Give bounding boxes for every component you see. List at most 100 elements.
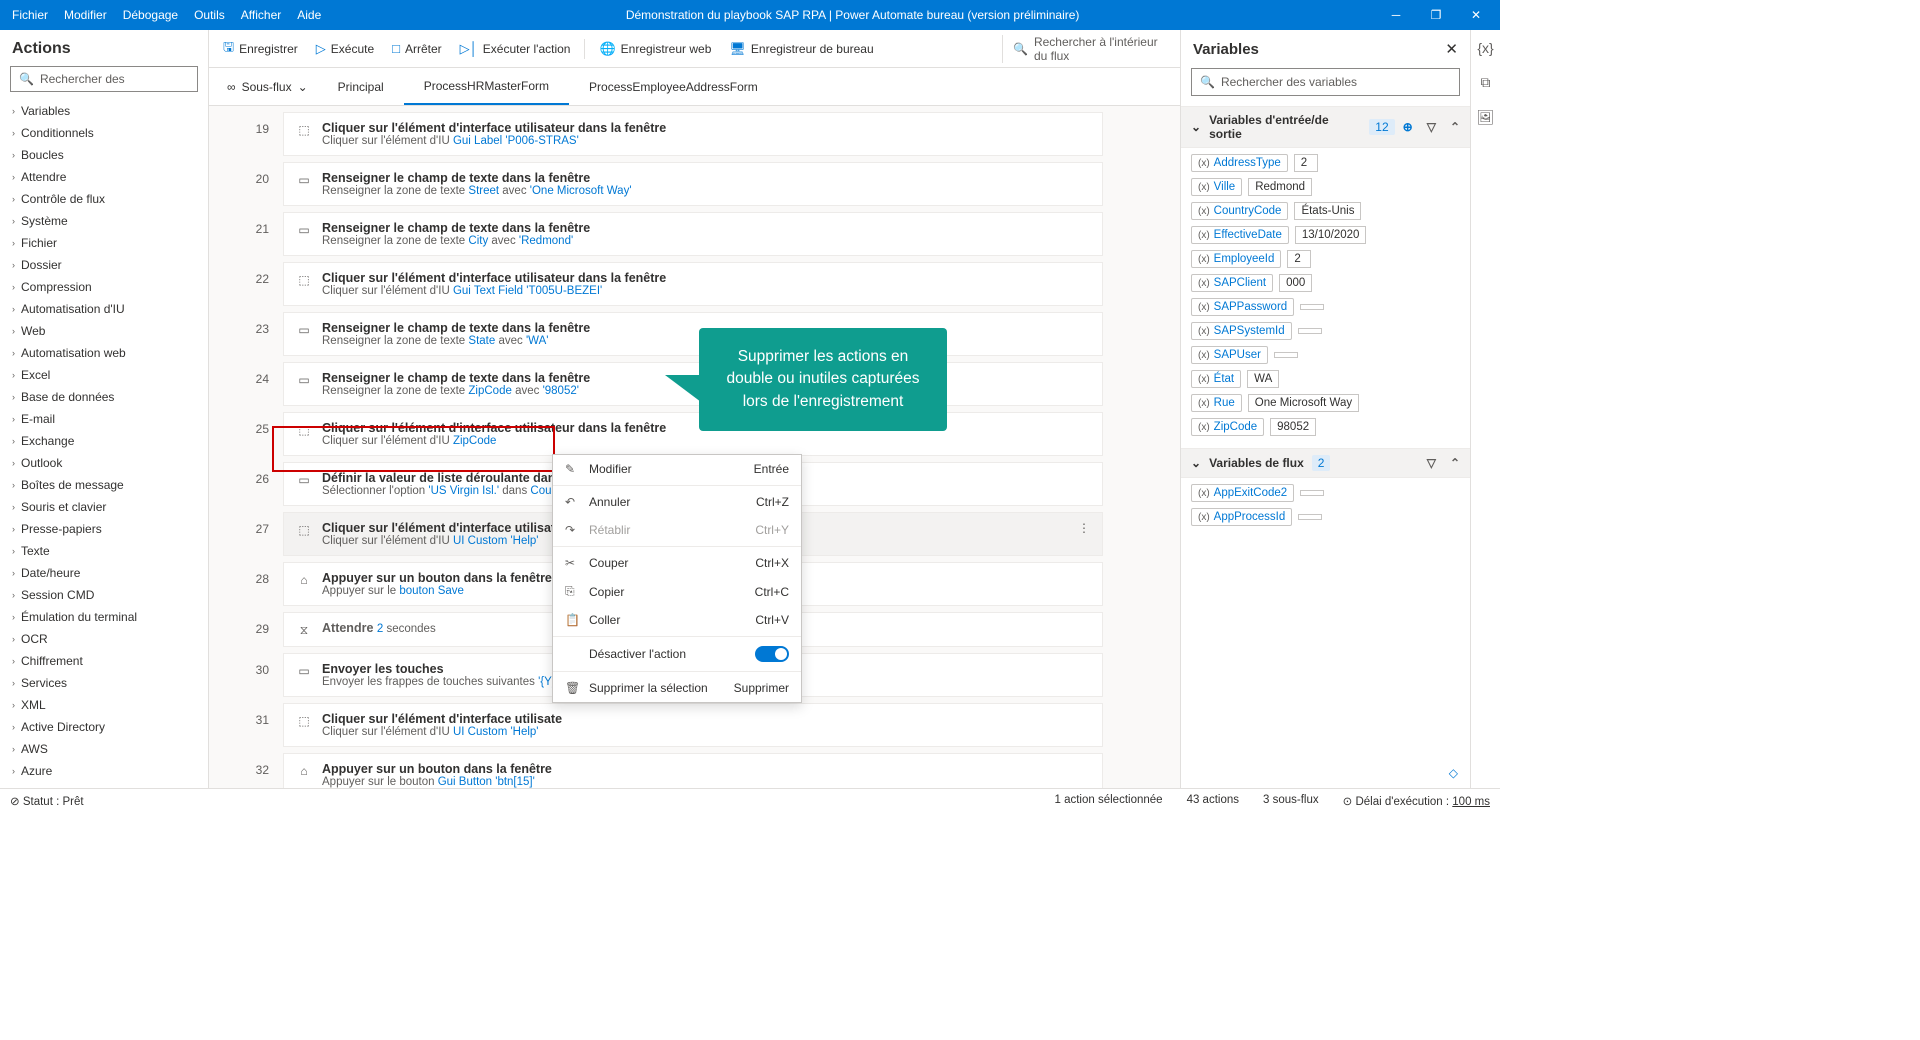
variable-item[interactable]: (x)ZipCode98052 <box>1191 418 1460 436</box>
subflow-dropdown[interactable]: ∞ Sous-flux ⌄ <box>217 80 318 94</box>
tab-processhrmasterform[interactable]: ProcessHRMasterForm <box>404 68 569 105</box>
ctx-undo[interactable]: ↶AnnulerCtrl+Z <box>553 488 801 516</box>
action-group[interactable]: ›Boucles <box>4 144 204 166</box>
menu-fichier[interactable]: Fichier <box>4 2 56 28</box>
step-card[interactable]: ⬚Cliquer sur l'élément d'interface utili… <box>283 412 1103 456</box>
close-panel-button[interactable]: ✕ <box>1445 40 1458 58</box>
ctx-disable[interactable]: Désactiver l'action <box>553 639 801 669</box>
variable-item[interactable]: (x)SAPUser <box>1191 346 1460 364</box>
action-group[interactable]: ›Azure <box>4 760 204 782</box>
action-group[interactable]: ›Conditionnels <box>4 122 204 144</box>
run-action-button[interactable]: ▷│Exécuter l'action <box>454 37 577 61</box>
action-group[interactable]: ›Excel <box>4 364 204 386</box>
filter-icon[interactable]: ▽ <box>1427 120 1436 134</box>
actions-search[interactable]: 🔍 Rechercher des <box>10 66 198 92</box>
tab-processemployeeaddressform[interactable]: ProcessEmployeeAddressForm <box>569 68 778 105</box>
undo-icon: ↶ <box>565 495 579 509</box>
variable-item[interactable]: (x)RueOne Microsoft Way <box>1191 394 1460 412</box>
action-group[interactable]: ›Attendre <box>4 166 204 188</box>
variables-rail-icon[interactable]: {x} <box>1477 40 1493 56</box>
web-recorder-button[interactable]: 🌐Enregistreur web <box>593 37 717 61</box>
add-variable-button[interactable]: ⊕ <box>1403 120 1413 134</box>
action-group[interactable]: ›Chiffrement <box>4 650 204 672</box>
action-group[interactable]: ›Exchange <box>4 430 204 452</box>
variable-item[interactable]: (x)SAPClient000 <box>1191 274 1460 292</box>
variable-item[interactable]: (x)ÉtatWA <box>1191 370 1460 388</box>
variable-item[interactable]: (x)CountryCodeÉtats-Unis <box>1191 202 1460 220</box>
variable-item[interactable]: (x)AppExitCode2 <box>1191 484 1460 502</box>
action-group[interactable]: ›Services <box>4 672 204 694</box>
variable-item[interactable]: (x)VilleRedmond <box>1191 178 1460 196</box>
action-group[interactable]: ›Outlook <box>4 452 204 474</box>
step-card[interactable]: ⌂Appuyer sur un bouton dans la fenêtreAp… <box>283 753 1103 788</box>
ctx-delete[interactable]: 🗑Supprimer la sélectionSupprimer <box>553 674 801 702</box>
step-card[interactable]: ⬚Cliquer sur l'élément d'interface utili… <box>283 112 1103 156</box>
ui-elements-rail-icon[interactable]: ⧉ <box>1481 74 1491 91</box>
variable-item[interactable]: (x)SAPPassword <box>1191 298 1460 316</box>
action-group[interactable]: ›Variables <box>4 100 204 122</box>
ctx-cut[interactable]: ✂CouperCtrl+X <box>553 549 801 577</box>
step-row: 23▭Renseigner le champ de texte dans la … <box>229 312 1160 356</box>
minimize-button[interactable]: ─ <box>1376 8 1416 22</box>
variable-item[interactable]: (x)AppProcessId <box>1191 508 1460 526</box>
action-group[interactable]: ›Presse-papiers <box>4 518 204 540</box>
action-group[interactable]: ›Contrôle de flux <box>4 188 204 210</box>
stop-button[interactable]: □Arrêter <box>386 37 448 60</box>
toggle-switch[interactable] <box>755 646 789 662</box>
variable-item[interactable]: (x)AddressType2 <box>1191 154 1460 172</box>
variable-mapper-button[interactable]: ◇ <box>1181 758 1470 788</box>
ctx-edit[interactable]: ✎ModifierEntrée <box>553 455 801 483</box>
images-rail-icon[interactable]: 🖼 <box>1477 109 1495 126</box>
run-button[interactable]: ▷Exécute <box>310 37 380 61</box>
tab-principal[interactable]: Principal <box>318 68 404 105</box>
action-group[interactable]: ›Web <box>4 320 204 342</box>
collapse-icon[interactable]: ⌃ <box>1450 120 1460 134</box>
action-group[interactable]: ›Automatisation web <box>4 342 204 364</box>
maximize-button[interactable]: ❐ <box>1416 8 1456 22</box>
action-group[interactable]: ›Boîtes de message <box>4 474 204 496</box>
action-group[interactable]: ›Émulation du terminal <box>4 606 204 628</box>
action-group[interactable]: ›OCR <box>4 628 204 650</box>
step-card[interactable]: ⬚Cliquer sur l'élément d'interface utili… <box>283 262 1103 306</box>
action-group[interactable]: ›Session CMD <box>4 584 204 606</box>
action-group[interactable]: ›Texte <box>4 540 204 562</box>
action-group[interactable]: ›Compression <box>4 276 204 298</box>
variable-item[interactable]: (x)EffectiveDate13/10/2020 <box>1191 226 1460 244</box>
step-more-button[interactable]: ⋮ <box>1078 521 1090 535</box>
variable-item[interactable]: (x)EmployeeId2 <box>1191 250 1460 268</box>
action-group[interactable]: ›Fichier <box>4 232 204 254</box>
desktop-icon: 🖥 <box>729 41 746 57</box>
action-group[interactable]: ›AWS <box>4 738 204 760</box>
action-group[interactable]: ›E-mail <box>4 408 204 430</box>
action-group[interactable]: ›Système <box>4 210 204 232</box>
action-group[interactable]: ›Base de données <box>4 386 204 408</box>
action-group[interactable]: ›Date/heure <box>4 562 204 584</box>
desktop-recorder-button[interactable]: 🖥Enregistreur de bureau <box>723 37 879 61</box>
flow-search[interactable]: 🔍 Rechercher à l'intérieur du flux <box>1002 35 1172 63</box>
variables-search[interactable]: 🔍 Rechercher des variables <box>1191 68 1460 96</box>
filter-icon[interactable]: ▽ <box>1427 456 1436 470</box>
io-vars-header[interactable]: ⌄ Variables d'entrée/de sortie 12 ⊕ ▽ ⌃ <box>1181 106 1470 148</box>
menu-modifier[interactable]: Modifier <box>56 2 115 28</box>
menu-aide[interactable]: Aide <box>289 2 329 28</box>
step-card[interactable]: ▭Renseigner le champ de texte dans la fe… <box>283 312 1103 356</box>
close-button[interactable]: ✕ <box>1456 8 1496 22</box>
save-button[interactable]: 🖫Enregistrer <box>217 34 304 64</box>
ctx-paste[interactable]: 📋CollerCtrl+V <box>553 606 801 634</box>
menu-débogage[interactable]: Débogage <box>115 2 186 28</box>
collapse-icon[interactable]: ⌃ <box>1450 456 1460 470</box>
menu-outils[interactable]: Outils <box>186 2 233 28</box>
ctx-copy[interactable]: ⎘CopierCtrl+C <box>553 577 801 606</box>
step-card[interactable]: ⬚Cliquer sur l'élément d'interface utili… <box>283 703 1103 747</box>
flow-vars-header[interactable]: ⌄ Variables de flux 2 ▽ ⌃ <box>1181 448 1470 478</box>
action-group[interactable]: ›Dossier <box>4 254 204 276</box>
action-group[interactable]: ›Active Directory <box>4 716 204 738</box>
step-card[interactable]: ▭Renseigner le champ de texte dans la fe… <box>283 212 1103 256</box>
action-group[interactable]: ›Cognitive <box>4 782 204 788</box>
variable-item[interactable]: (x)SAPSystemId <box>1191 322 1460 340</box>
action-group[interactable]: ›Souris et clavier <box>4 496 204 518</box>
action-group[interactable]: ›XML <box>4 694 204 716</box>
step-card[interactable]: ▭Renseigner le champ de texte dans la fe… <box>283 162 1103 206</box>
menu-afficher[interactable]: Afficher <box>233 2 289 28</box>
action-group[interactable]: ›Automatisation d'IU <box>4 298 204 320</box>
